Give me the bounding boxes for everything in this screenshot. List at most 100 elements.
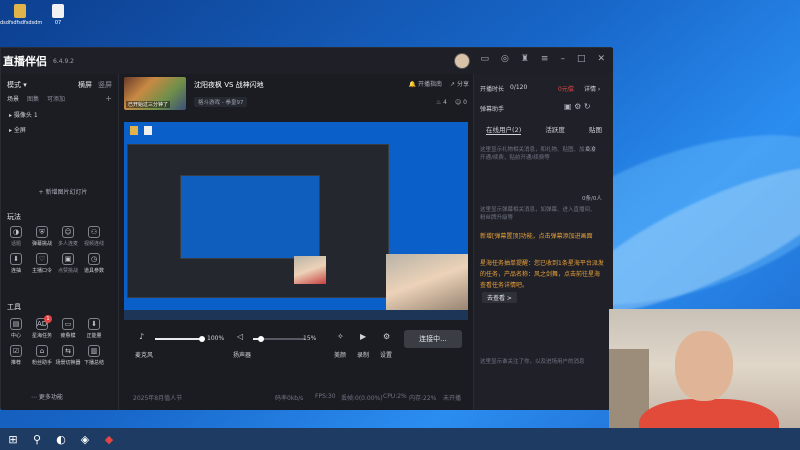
preview-desktop-icon xyxy=(130,126,138,135)
live-guide-link[interactable]: 🔔 开播指南 xyxy=(409,79,442,88)
mic-slider[interactable] xyxy=(155,336,205,342)
windows-taskbar: ⊞ ⚲ ◐ ◈ ◆ xyxy=(0,428,800,450)
view-task-button[interactable]: 去查看 > xyxy=(482,292,517,303)
maximize-icon[interactable]: □ xyxy=(577,54,586,64)
scene-switcher-button[interactable]: ⇆ 场景切换器 xyxy=(55,345,81,366)
folder-icon xyxy=(14,4,26,18)
stream-title[interactable]: 沈阳夜枫 VS 战神闪地 xyxy=(194,80,264,90)
fan-helper-button[interactable]: ⌂ 粉丝助手 xyxy=(29,345,55,366)
mode-selector[interactable]: 模式 ▾ xyxy=(7,80,27,90)
preview-taskbar xyxy=(124,310,468,320)
danmaku-challenge-button[interactable]: ⛨ 弹幕挑战 xyxy=(29,226,55,247)
like-challenge-button[interactable]: ▣ 点赞挑战 xyxy=(55,253,81,274)
speaker-icon[interactable]: ◁ xyxy=(237,332,243,341)
gift-messages-hint: 这里显示礼物相关消息，和礼物、贴图、加关注开通/续费，贴前开通/续费等 xyxy=(480,147,596,161)
status-bar: 2025年8月值人节 码率0kb/s FPS:30 丢帧:0(0.00%) CP… xyxy=(119,387,473,407)
minimize-icon[interactable]: – xyxy=(560,54,565,64)
stream-category[interactable]: 格斗游戏 - 拳皇97 xyxy=(194,97,248,107)
audio-controls: ♪ 100% 麦克风 ◁ 15% 扬声器 ✧ 美颜 ▶ 录制 ⚙ 设置 连接中.… xyxy=(119,324,473,360)
mode-header: 模式 ▾ 横屏 竖屏 xyxy=(1,78,118,92)
microphone-icon[interactable]: ♪ xyxy=(139,332,144,341)
app-shortcut-icon[interactable]: ◈ xyxy=(78,432,92,446)
settings-icon[interactable]: ⚙ xyxy=(383,332,390,341)
desktop-icon[interactable]: 07 xyxy=(38,4,78,26)
record-icon[interactable]: ▶ xyxy=(360,332,366,341)
center-button[interactable]: ▤ 中心 xyxy=(3,318,29,339)
fatigue-button[interactable]: ▭ 疲惫模 xyxy=(55,318,81,339)
sticker-tab[interactable]: 贴图 xyxy=(589,124,602,135)
close-icon[interactable]: ✕ xyxy=(597,54,605,64)
add-slideshow-button[interactable]: + 新增图片幻灯片 xyxy=(15,187,111,199)
notification-badge: 1 xyxy=(44,315,52,323)
speaker-label: 扬声器 xyxy=(233,352,252,359)
host-command-button[interactable]: ♡ 主播口令 xyxy=(29,253,55,274)
detail-link[interactable]: 详情 › xyxy=(584,84,600,93)
windows-start-icon[interactable]: ⊞ xyxy=(6,432,20,446)
mic-label: 麦克风 xyxy=(135,352,154,359)
section-tools: 工具 xyxy=(7,303,21,311)
edge-browser-icon[interactable]: ◐ xyxy=(54,432,68,446)
recommend-button[interactable]: ☑ 推荐 xyxy=(3,345,29,366)
status-memory: 内存:22% xyxy=(409,395,437,402)
positive-energy-button[interactable]: ⬇ 正能量 xyxy=(81,318,107,339)
preview-nested-preview xyxy=(180,175,320,259)
system-message-pin: 新增[弹幕置顶]功能，点击弹幕添加进画面 xyxy=(480,233,593,240)
section-play: 玩法 xyxy=(7,213,21,221)
portrait-tab[interactable]: 竖屏 xyxy=(98,80,112,90)
desktop-icon[interactable]: dsdfsdfsdfsdsdm xyxy=(0,4,42,26)
stream-summary-button[interactable]: ▥ 下播总结 xyxy=(81,345,107,366)
scene-tab[interactable]: 可添加 xyxy=(47,94,65,103)
right-panel: 开播时长 0/120 0元偿 详情 › 弹幕助手 ▣ ⚙ ↻ 在线用户(2) 活… xyxy=(473,74,613,410)
shirt-icon[interactable]: ♜ xyxy=(521,54,529,64)
message-icon[interactable]: ▭ xyxy=(480,54,489,64)
danmaku-assistant-label: 弹幕助手 xyxy=(480,106,505,113)
record-label[interactable]: 录制 xyxy=(357,350,369,359)
danmaku-messages-hint: 这里显示弹幕相关消息，如弹幕、进入直播间、粉丝牌升级等 xyxy=(480,207,596,221)
video-link-button[interactable]: ⚇ 视频连线 xyxy=(81,226,107,247)
follow-messages-hint: 这里显示谁关注了你，以及进场用户的消息 xyxy=(480,359,585,365)
activity-tab[interactable]: 活跃度 xyxy=(545,124,565,135)
status-bitrate: 码率0kb/s xyxy=(275,395,304,402)
status-notice: 2025年8月值人节 xyxy=(133,395,183,402)
scene-tab[interactable]: 图集 xyxy=(27,94,39,103)
reward-label: 0元偿 xyxy=(558,86,574,93)
menu-icon[interactable]: ≡ xyxy=(541,54,549,64)
online-users-tab[interactable]: 在线用户(2) xyxy=(486,124,522,135)
beauty-label[interactable]: 美颜 xyxy=(334,350,346,359)
stream-cover-thumbnail[interactable]: 已开始过三分钟了 xyxy=(124,77,186,110)
settings-label[interactable]: 设置 xyxy=(380,350,392,359)
center-panel: 已开始过三分钟了 沈阳夜枫 VS 战神闪地 格斗游戏 - 拳皇97 🔔 开播指南… xyxy=(119,74,473,410)
go-live-button[interactable]: 连接中... xyxy=(404,330,462,348)
status-cpu: CPU:2% xyxy=(383,393,407,400)
lottery-button[interactable]: ⬇ 连抽 xyxy=(3,253,29,274)
thumbnail-tag: 已开始过三分钟了 xyxy=(126,101,171,108)
speaker-volume-value: 15% xyxy=(303,335,317,342)
scene-item[interactable]: ▸ 全屏 xyxy=(1,122,118,137)
mic-volume-value: 100% xyxy=(207,335,225,342)
speaker-slider[interactable] xyxy=(253,336,305,342)
gift-count: 0.0 xyxy=(586,146,596,153)
app-version: 6.4.9.2 xyxy=(53,57,74,65)
left-panel: 模式 ▾ 横屏 竖屏 场景 图集 可添加 + ▸ 摄像头 1 ▸ 全屏 + 新增… xyxy=(1,74,119,410)
multi-link-button[interactable]: ☺ 多人连麦 xyxy=(55,226,81,247)
share-link[interactable]: ↗ 分享 xyxy=(450,79,469,88)
stream-preview[interactable] xyxy=(124,122,468,320)
beauty-icon[interactable]: ✧ xyxy=(337,332,344,341)
star-task-button[interactable]: AD 星海任务 1 xyxy=(29,315,55,339)
desktop-icon-label: 07 xyxy=(54,20,62,26)
user-avatar[interactable] xyxy=(454,53,470,69)
prop-params-button[interactable]: ◷ 道具参数 xyxy=(81,253,107,274)
landscape-tab[interactable]: 横屏 xyxy=(78,80,92,90)
title-bar: 直播伴侣 6.4.9.2 ▭ ◎ ♜ ≡ – □ ✕ xyxy=(1,48,613,74)
scene-item[interactable]: ▸ 摄像头 1 xyxy=(1,107,118,122)
app-title: 直播伴侣 xyxy=(3,55,47,68)
headset-icon[interactable]: ◎ xyxy=(501,54,509,64)
add-scene-icon[interactable]: + xyxy=(105,94,112,103)
scene-tab[interactable]: 场景 xyxy=(7,94,19,103)
topic-button[interactable]: ◑ 话题 xyxy=(3,226,29,247)
search-icon[interactable]: ⚲ xyxy=(30,432,44,446)
live-companion-taskbar-icon[interactable]: ◆ xyxy=(102,432,116,446)
assistant-tools-icon[interactable]: ▣ ⚙ ↻ xyxy=(564,102,591,111)
more-functions-link[interactable]: ⋯ 更多功能 xyxy=(31,392,63,401)
preview-nested-webcam xyxy=(294,256,326,284)
